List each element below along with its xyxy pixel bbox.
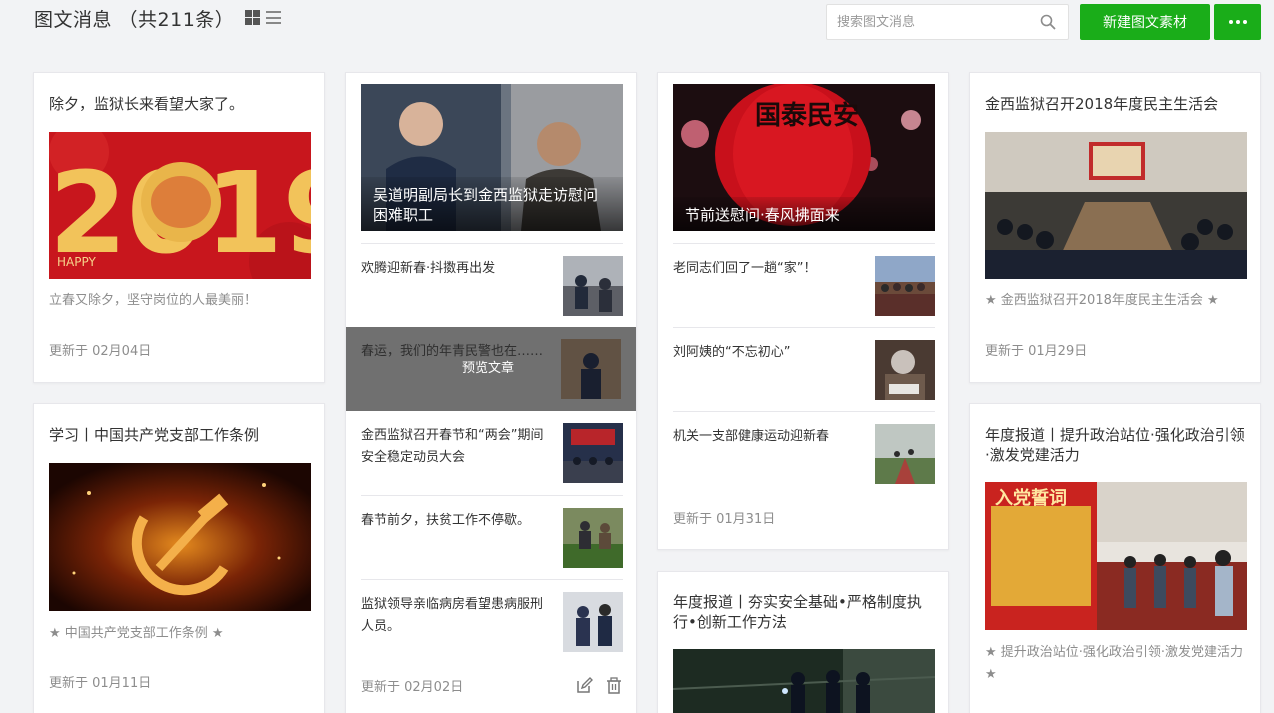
sub-article-title[interactable]: 刘阿姨的“不忘初心” [673,342,859,364]
article-card[interactable]: 学习丨中国共产党支部工作条例 ★ 中国共产党支部工作条例 ★ 更新于 01月11… [33,403,325,713]
view-toggle [245,10,281,25]
article-update-date: 更新于 02月04日 [49,344,152,359]
sub-article-thumbnail [875,256,935,316]
article-digest: ★ 提升政治站位·强化政治引领·激发党建活力 ★ [985,645,1244,682]
article-title[interactable]: 金西监狱召开2018年度民主生活会 [985,94,1248,114]
article-cover-image[interactable] [49,463,311,611]
article-card[interactable]: 金西监狱召开2018年度民主生活会 ★ 金西监狱召开2018年度民主生活会 ★ … [969,72,1261,383]
article-card[interactable]: 年度报道丨提升政治站位·强化政治引领·激发党建活力 入党誓词 ★ 提升政治站位·… [969,403,1261,713]
sub-article-item[interactable]: 欢腾迎新春·抖擞再出发 [361,243,623,327]
article-cover-image[interactable]: 吴道明副局长到金西监狱走访慰问困难职工 [361,84,623,231]
sub-article-title[interactable]: 监狱领导亲临病房看望患病服刑人员。 [361,594,547,638]
sub-article-item[interactable]: 老同志们回了一趟“家”！ [673,243,935,327]
lantern-text: 国泰民安 [755,101,859,131]
sub-article-thumbnail [875,424,935,484]
sub-article-item[interactable]: 监狱领导亲临病房看望患病服刑人员。 [361,579,623,663]
grid-view-icon[interactable] [245,10,260,25]
delete-icon[interactable] [605,677,623,695]
article-digest: 立春又除夕，坚守岗位的人最美丽！ [49,293,258,308]
article-title[interactable]: 除夕，监狱长来看望大家了。 [49,94,312,114]
article-update-date: 更新于 02月02日 [361,680,464,695]
search-box [826,4,1069,40]
article-digest: ★ 金西监狱召开2018年度民主生活会 ★ [985,293,1219,308]
sub-article-title[interactable]: 金西监狱召开春节和“两会”期间安全稳定动员大会 [361,425,547,469]
cover-happy-text: HAPPY [57,255,96,269]
article-cover-image[interactable]: 2019 HAPPY [49,132,311,279]
search-input[interactable] [827,5,1027,39]
sub-article-title[interactable]: 老同志们回了一趟“家”！ [673,258,859,280]
cover-article-title[interactable]: 节前送慰问·春风拂面来 [673,197,935,231]
sub-article-title[interactable]: 春节前夕，扶贫工作不停歇。 [361,510,547,532]
article-digest: ★ 中国共产党支部工作条例 ★ [49,626,224,641]
multi-article-card[interactable]: 国泰民安 节前送慰问·春风拂面来 老同志们回了一趟“家”！ 刘阿姨的“不忘初心”… [657,72,949,550]
article-title[interactable]: 年度报道丨夯实安全基础•严格制度执行•创新工作方法 [673,592,936,632]
edit-icon[interactable] [575,677,593,695]
search-icon[interactable] [1040,14,1056,30]
sub-article-item[interactable]: 金西监狱召开春节和“两会”期间安全稳定动员大会 [361,411,623,495]
sub-article-title[interactable]: 欢腾迎新春·抖擞再出发 [361,258,547,280]
new-article-button[interactable]: 新建图文素材 [1080,4,1210,40]
sub-article-thumbnail [563,508,623,568]
article-cover-image[interactable] [985,132,1247,279]
sub-article-item[interactable]: 春节前夕，扶贫工作不停歇。 [361,495,623,579]
list-view-icon[interactable] [266,10,281,25]
article-card[interactable]: 除夕，监狱长来看望大家了。 2019 HAPPY 立春又除夕，坚守岗位的人最美丽… [33,72,325,383]
sub-article-thumbnail [563,423,623,483]
sub-article-item[interactable]: 刘阿姨的“不忘初心” [673,327,935,411]
multi-article-card[interactable]: 吴道明副局长到金西监狱走访慰问困难职工 欢腾迎新春·抖擞再出发 春运，我们的年青… [345,72,637,713]
page-title: 图文消息 （共211条） [34,9,235,31]
sub-article-title[interactable]: 机关一支部健康运动迎新春 [673,426,859,448]
more-options-button[interactable] [1214,4,1261,40]
article-update-date: 更新于 01月31日 [673,512,776,527]
article-cover-image[interactable]: 入党誓词 [985,482,1247,630]
article-title[interactable]: 年度报道丨提升政治站位·强化政治引领·激发党建活力 [985,425,1248,465]
sub-article-thumbnail [875,340,935,400]
article-update-date: 更新于 01月11日 [49,676,152,691]
article-cover-image[interactable]: 国泰民安 节前送慰问·春风拂面来 [673,84,935,231]
sub-article-thumbnail [563,256,623,316]
article-card[interactable]: 年度报道丨夯实安全基础•严格制度执行•创新工作方法 [657,571,949,713]
sub-article-item[interactable]: 机关一支部健康运动迎新春 [673,411,935,495]
article-update-date: 更新于 01月29日 [985,344,1088,359]
sub-article-thumbnail [563,592,623,652]
article-cover-image[interactable] [673,649,935,713]
preview-article-link[interactable]: 预览文章 [462,357,514,376]
sub-article-item-hover[interactable]: 春运，我们的年青民警也在…… 预览文章 [346,327,636,411]
banner-text: 入党誓词 [995,487,1067,509]
cover-article-title[interactable]: 吴道明副局长到金西监狱走访慰问困难职工 [361,177,623,231]
article-title[interactable]: 学习丨中国共产党支部工作条例 [49,425,312,445]
